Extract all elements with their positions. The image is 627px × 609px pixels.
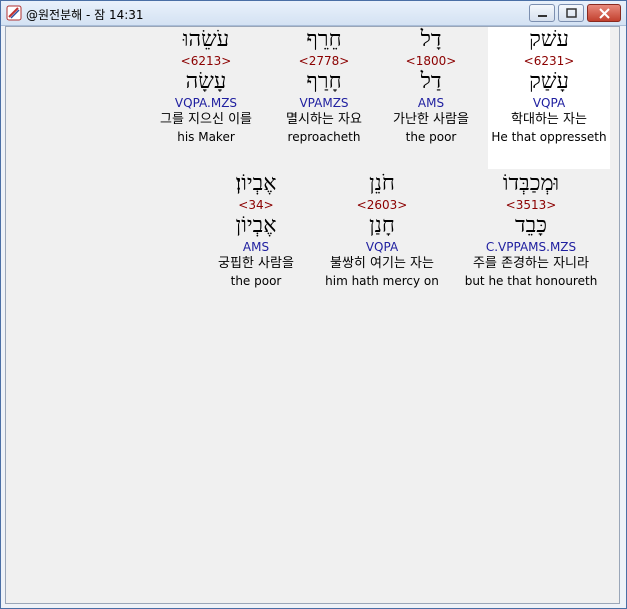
parsing-code: VQPA — [532, 96, 566, 110]
strong-number[interactable]: <3513> — [458, 197, 604, 213]
hebrew-lemma: עָשַׁק — [529, 69, 569, 94]
hebrew-word: חֵרֵף — [306, 27, 342, 52]
title-bar[interactable]: @원전분해 - 잠 14:31 — [1, 1, 626, 26]
hebrew-word: עֹשֵׂהוּ — [182, 27, 230, 52]
korean-gloss: 주를 존경하는 자니라 — [473, 256, 589, 271]
word-cell-reproacheth[interactable]: חֵרֵף <2778> חָרַף VPAMZS 멸시하는 자요 reproa… — [274, 27, 374, 145]
korean-gloss: 궁핍한 사람을 — [218, 256, 294, 271]
english-gloss: He that oppresseth — [491, 130, 607, 144]
strong-number[interactable]: <6231> — [488, 53, 610, 69]
parsing-code: VPAMZS — [299, 96, 349, 110]
english-gloss: him hath mercy on — [325, 274, 439, 288]
hebrew-word: וּמְכַבְּדוֹ — [502, 171, 560, 196]
hebrew-lemma: עָשָׂה — [185, 69, 227, 94]
analysis-pane: עשׁק <6231> עָשַׁק VQPA 학대하는 자는 He that … — [5, 26, 620, 604]
strong-number[interactable]: <34> — [206, 197, 306, 213]
korean-gloss: 멸시하는 자요 — [286, 112, 362, 127]
english-gloss: his Maker — [177, 130, 235, 144]
hebrew-lemma: דַל — [420, 69, 442, 94]
english-gloss: but he that honoureth — [464, 274, 598, 288]
app-window: @원전분해 - 잠 14:31 עשׁק <6231> עָשַׁק VQPA … — [0, 0, 627, 609]
parsing-code: VQPA.MZS — [174, 96, 238, 110]
hebrew-word: חֹנֵן — [369, 171, 395, 196]
strong-number[interactable]: <2778> — [274, 53, 374, 69]
hebrew-lemma: אֶבְיוֹן — [235, 213, 277, 238]
english-gloss: the poor — [230, 274, 282, 288]
parsing-code: C.VPPAMS.MZS — [485, 240, 577, 254]
maximize-icon — [566, 8, 577, 18]
strong-number[interactable]: <6213> — [148, 53, 264, 69]
close-icon — [599, 8, 610, 19]
minimize-button[interactable] — [529, 4, 555, 22]
minimize-icon — [538, 15, 547, 17]
korean-gloss: 그를 지으신 이를 — [160, 112, 252, 127]
hebrew-word: אֶבְיוֹן׃ — [235, 171, 277, 196]
hebrew-lemma: חָרַף — [306, 69, 342, 94]
window-title: @원전분해 - 잠 14:31 — [26, 8, 144, 22]
hebrew-lemma: חָנַן — [369, 213, 395, 238]
parsing-code: VQPA — [365, 240, 399, 254]
korean-gloss: 불쌍히 여기는 자는 — [330, 256, 434, 271]
english-gloss: the poor — [405, 130, 457, 144]
word-cell-maker[interactable]: עֹשֵׂהוּ <6213> עָשָׂה VQPA.MZS 그를 지으신 이… — [148, 27, 264, 145]
maximize-button[interactable] — [558, 4, 584, 22]
hebrew-lemma: כָּבֵד — [515, 213, 547, 238]
english-gloss: reproacheth — [287, 130, 361, 144]
word-cell-oppresseth[interactable]: עשׁק <6231> עָשַׁק VQPA 학대하는 자는 He that … — [488, 27, 610, 169]
word-cell-mercy[interactable]: חֹנֵן <2603> חָנַן VQPA 불쌍히 여기는 자는 him h… — [316, 171, 448, 289]
parsing-code: AMS — [417, 96, 445, 110]
word-cell-poor[interactable]: דָל <1800> דַל AMS 가난한 사람을 the poor — [380, 27, 482, 145]
strong-number[interactable]: <2603> — [316, 197, 448, 213]
word-cell-honoureth[interactable]: וּמְכַבְּדוֹ <3513> כָּבֵד C.VPPAMS.MZS … — [458, 171, 604, 289]
word-cell-needy[interactable]: אֶבְיוֹן׃ <34> אֶבְיוֹן AMS 궁핍한 사람을 the … — [206, 171, 306, 289]
strong-number[interactable]: <1800> — [380, 53, 482, 69]
hebrew-word: דָל — [420, 27, 442, 52]
korean-gloss: 학대하는 자는 — [511, 112, 587, 127]
app-logo-icon — [6, 5, 22, 21]
korean-gloss: 가난한 사람을 — [393, 112, 469, 127]
hebrew-word: עשׁק — [529, 27, 569, 52]
parsing-code: AMS — [242, 240, 270, 254]
close-button[interactable] — [587, 4, 621, 22]
